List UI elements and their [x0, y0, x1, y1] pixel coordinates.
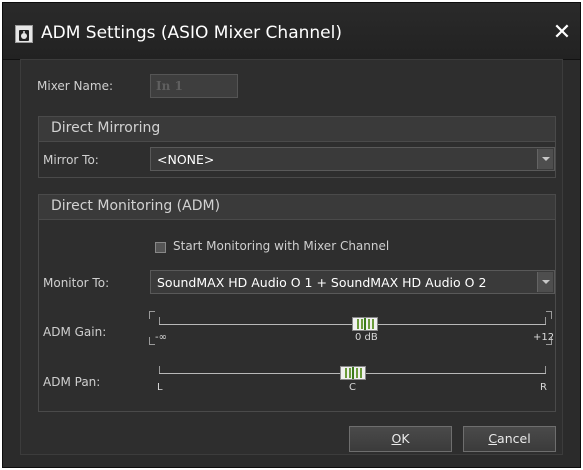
gain-max-label: +12 [533, 332, 555, 343]
ok-button[interactable]: OK [349, 426, 452, 452]
chevron-down-icon[interactable] [537, 272, 553, 292]
gain-center-label: 0 dB [355, 332, 378, 343]
monitor-to-value: SoundMAX HD Audio O 1 + SoundMAX HD Audi… [157, 275, 487, 290]
adm-pan-label: ADM Pan: [43, 375, 101, 389]
start-monitoring-checkbox[interactable] [155, 242, 166, 253]
speaker-icon [15, 25, 33, 43]
window-title: ADM Settings (ASIO Mixer Channel) [41, 23, 342, 43]
pan-left-label: L [157, 382, 163, 393]
mirror-to-label: Mirror To: [43, 153, 99, 167]
start-monitoring-label: Start Monitoring with Mixer Channel [173, 239, 390, 253]
adm-gain-slider[interactable]: -∞ 0 dB +12 [147, 311, 555, 351]
cancel-mnemonic: C [488, 431, 498, 446]
chevron-down-icon[interactable] [537, 149, 553, 169]
mixer-name-field: In 1 [150, 74, 238, 98]
close-icon[interactable]: ✕ [550, 21, 574, 45]
mirror-to-value: <NONE> [157, 152, 215, 167]
gain-min-label: -∞ [155, 332, 167, 343]
title-bar[interactable]: ADM Settings (ASIO Mixer Channel) ✕ [3, 3, 580, 60]
cancel-label-rest: ancel [497, 431, 531, 446]
gain-thumb[interactable] [352, 317, 378, 331]
gain-range-bracket [546, 311, 552, 319]
mixer-name-label: Mixer Name: [37, 79, 113, 93]
direct-monitoring-group: Direct Monitoring (ADM) Start Monitoring… [38, 194, 556, 412]
adm-pan-slider[interactable]: L C R [147, 360, 555, 400]
gain-range-bracket [149, 311, 155, 319]
ok-mnemonic: O [391, 431, 402, 446]
monitor-to-label: Monitor To: [43, 276, 110, 290]
ok-label-rest: K [401, 431, 410, 446]
cancel-button[interactable]: Cancel [463, 426, 556, 452]
mirror-to-dropdown[interactable]: <NONE> [150, 147, 555, 171]
monitor-to-dropdown[interactable]: SoundMAX HD Audio O 1 + SoundMAX HD Audi… [150, 270, 555, 294]
pan-right-label: R [540, 382, 547, 393]
direct-mirroring-group: Direct Mirroring Mirror To: <NONE> [38, 116, 556, 178]
adm-settings-dialog: ADM Settings (ASIO Mixer Channel) ✕ Mixe… [2, 2, 581, 468]
dialog-content: Mixer Name: In 1 Direct Mirroring Mirror… [20, 59, 563, 455]
pan-thumb[interactable] [340, 366, 366, 380]
pan-center-label: C [349, 382, 356, 393]
direct-monitoring-header: Direct Monitoring (ADM) [39, 195, 555, 220]
direct-mirroring-header: Direct Mirroring [39, 117, 555, 142]
adm-gain-label: ADM Gain: [43, 325, 107, 339]
